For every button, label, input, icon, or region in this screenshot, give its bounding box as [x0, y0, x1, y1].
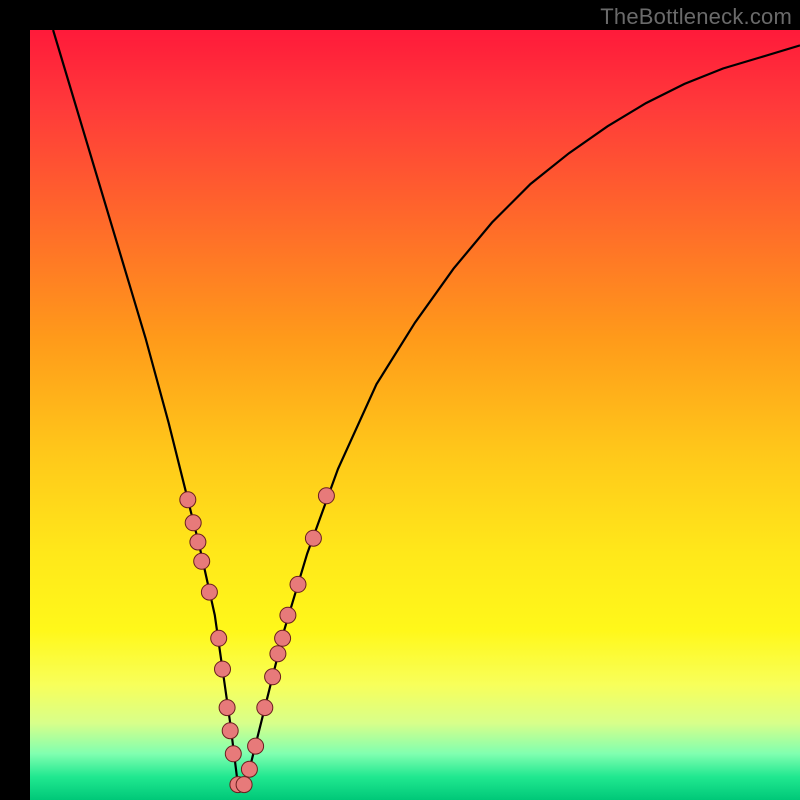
data-point	[275, 630, 291, 646]
plot-area	[30, 30, 800, 800]
data-point	[318, 488, 334, 504]
data-point	[211, 630, 227, 646]
chart-frame: TheBottleneck.com	[0, 0, 800, 800]
data-point	[257, 700, 273, 716]
bottleneck-curve	[53, 30, 800, 785]
data-point	[180, 492, 196, 508]
data-point	[222, 723, 238, 739]
chart-svg	[30, 30, 800, 800]
data-point	[225, 746, 241, 762]
data-point	[201, 584, 217, 600]
data-point	[280, 607, 296, 623]
data-point	[290, 576, 306, 592]
data-points-group	[180, 488, 335, 793]
data-point	[194, 553, 210, 569]
data-point	[270, 646, 286, 662]
data-point	[305, 530, 321, 546]
data-point	[241, 761, 257, 777]
data-point	[219, 700, 235, 716]
data-point	[190, 534, 206, 550]
watermark-text: TheBottleneck.com	[600, 4, 792, 30]
data-point	[215, 661, 231, 677]
data-point	[185, 515, 201, 531]
data-point	[265, 669, 281, 685]
data-point	[236, 777, 252, 793]
data-point	[248, 738, 264, 754]
